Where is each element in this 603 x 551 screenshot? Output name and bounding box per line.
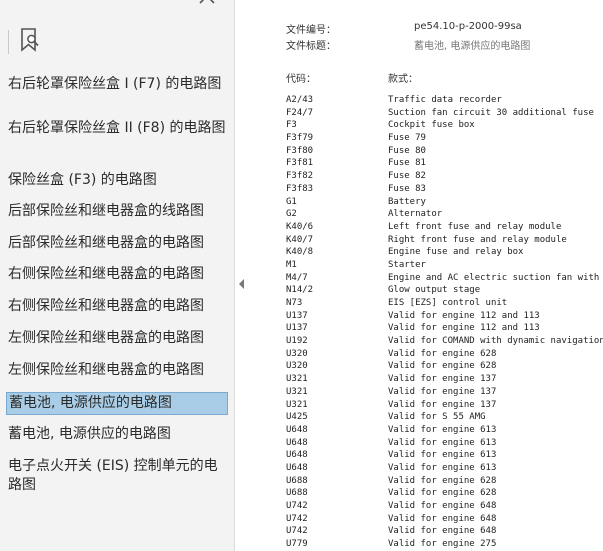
component-description: Suction fan circuit 30 additional fuse xyxy=(388,107,594,118)
component-description: EIS [EZS] control unit xyxy=(388,298,508,308)
component-code: U648 xyxy=(286,462,308,473)
component-description: Left front fuse and relay module xyxy=(388,221,562,232)
component-description: Fuse 79 xyxy=(388,133,426,144)
component-description: Valid for engine 137 xyxy=(388,374,497,385)
component-code: G1 xyxy=(286,196,297,207)
description-column-header: 款式： xyxy=(388,74,418,85)
component-description: Valid for engine 628 xyxy=(388,361,497,372)
file-title-label: 文件标题： xyxy=(286,41,336,52)
component-description: Engine fuse and relay box xyxy=(388,247,524,258)
component-code: U742 xyxy=(286,513,308,524)
file-number-value: pe54.10-p-2000-99sa xyxy=(414,21,522,32)
component-code: U688 xyxy=(286,488,308,499)
component-description: Starter xyxy=(388,259,426,270)
component-code: F3f82 xyxy=(286,171,314,182)
component-code: F3f83 xyxy=(286,183,314,194)
component-description: Right front fuse and relay module xyxy=(388,234,567,245)
close-icon[interactable] xyxy=(196,0,218,9)
component-code: F3f81 xyxy=(286,158,314,169)
component-code: U321 xyxy=(286,374,308,385)
component-code: U320 xyxy=(286,361,308,372)
component-description: Valid for engine 112 and 113 xyxy=(388,323,540,334)
sidebar-item-2[interactable]: 保险丝盒 (F3) 的电路图 xyxy=(6,170,228,191)
component-description: Valid for engine 628 xyxy=(388,348,497,359)
file-title-value: 蓄电池, 电源供应的电路图 xyxy=(414,41,531,52)
component-description: Fuse 83 xyxy=(388,183,426,194)
sidebar-item-7[interactable]: 左侧保险丝和继电器盒的电路图 xyxy=(6,328,228,349)
component-code: K40/6 xyxy=(286,221,314,232)
component-description: Valid for engine 613 xyxy=(388,462,497,473)
component-description: Valid for engine 613 xyxy=(388,424,497,435)
component-description: Battery xyxy=(388,196,426,207)
component-code: N73 xyxy=(286,298,303,308)
sidebar-item-0[interactable]: 右后轮罩保险丝盒 I (F7) 的电路图 xyxy=(6,74,228,95)
component-code: K40/7 xyxy=(286,234,314,245)
sidebar-item-8[interactable]: 左侧保险丝和继电器盒的电路图 xyxy=(6,360,228,381)
component-code: N14/2 xyxy=(286,285,314,296)
component-code: U137 xyxy=(286,323,308,334)
component-description: Valid for engine 613 xyxy=(388,450,497,461)
toolbar-divider xyxy=(8,30,9,54)
bookmarks-sidebar: 右后轮罩保险丝盒 I (F7) 的电路图 右后轮罩保险丝盒 II (F8) 的电路… xyxy=(0,0,235,551)
sidebar-item-4[interactable]: 后部保险丝和继电器盒的电路图 xyxy=(6,233,228,254)
component-code: U648 xyxy=(286,450,308,461)
component-code: U688 xyxy=(286,475,308,486)
component-code: M4/7 xyxy=(286,272,308,283)
sidebar-toolbar xyxy=(0,0,234,64)
component-code: F24/7 xyxy=(286,107,314,118)
component-description: Valid for engine 628 xyxy=(388,488,497,499)
component-code: U742 xyxy=(286,526,308,537)
component-code: U321 xyxy=(286,386,308,397)
component-code: M1 xyxy=(286,259,297,270)
collapse-sidebar-icon[interactable] xyxy=(236,275,248,293)
component-description: Valid for engine 648 xyxy=(388,526,497,537)
component-description: Valid for engine 137 xyxy=(388,386,497,397)
document-page: 文件编号： pe54.10-p-2000-99sa 文件标题： 蓄电池, 电源供… xyxy=(248,0,603,551)
component-description: Valid for engine 628 xyxy=(388,475,497,486)
component-code: A2/43 xyxy=(286,95,314,105)
component-description: Valid for engine 137 xyxy=(388,399,497,410)
component-description: Engine and AC electric suction fan with … xyxy=(388,272,603,283)
component-code: U320 xyxy=(286,348,308,359)
component-description: Fuse 81 xyxy=(388,158,426,169)
component-code: G2 xyxy=(286,209,297,220)
component-description: Glow output stage xyxy=(388,285,481,296)
component-code: K40/8 xyxy=(286,247,314,258)
component-description: Valid for engine 648 xyxy=(388,501,497,511)
component-code: U648 xyxy=(286,424,308,435)
component-description: Valid for COMAND with dynamic navigation xyxy=(388,336,603,347)
bookmark-icon[interactable] xyxy=(18,27,42,53)
sidebar-item-11[interactable]: 电子点火开关 (EIS) 控制单元的电路图 xyxy=(6,456,228,496)
component-description: Cockpit fuse box xyxy=(388,120,475,131)
component-code: U321 xyxy=(286,399,308,410)
component-description: Valid for engine 112 and 113 xyxy=(388,310,540,321)
component-code: U192 xyxy=(286,336,308,347)
component-code: U137 xyxy=(286,310,308,321)
sidebar-item-5[interactable]: 右侧保险丝和继电器盒的电路图 xyxy=(6,264,228,285)
component-code: U742 xyxy=(286,501,308,511)
sidebar-item-6[interactable]: 右侧保险丝和继电器盒的电路图 xyxy=(6,296,228,317)
component-code: F3f79 xyxy=(286,133,314,144)
sidebar-item-9[interactable]: 蓄电池, 电源供应的电路图 xyxy=(6,392,228,415)
sidebar-item-10[interactable]: 蓄电池, 电源供应的电路图 xyxy=(6,424,228,445)
component-description: Valid for engine 275 xyxy=(388,539,497,550)
component-description: Valid for S 55 AMG xyxy=(388,412,486,423)
component-description: Valid for engine 648 xyxy=(388,513,497,524)
sidebar-item-3[interactable]: 后部保险丝和继电器盒的线路图 xyxy=(6,201,228,222)
component-description: Fuse 82 xyxy=(388,171,426,182)
code-column-header: 代码： xyxy=(286,74,316,85)
component-code: U425 xyxy=(286,412,308,423)
component-description: Valid for engine 613 xyxy=(388,437,497,448)
component-description: Traffic data recorder xyxy=(388,95,502,105)
sidebar-item-1[interactable]: 右后轮罩保险丝盒 II (F8) 的电路图 xyxy=(6,118,228,139)
component-code: F3f80 xyxy=(286,145,314,156)
component-description: Alternator xyxy=(388,209,443,220)
component-code: U648 xyxy=(286,437,308,448)
component-description: Fuse 80 xyxy=(388,145,426,156)
component-code: U779 xyxy=(286,539,308,550)
file-number-label: 文件编号： xyxy=(286,25,336,36)
component-code: F3 xyxy=(286,120,297,131)
